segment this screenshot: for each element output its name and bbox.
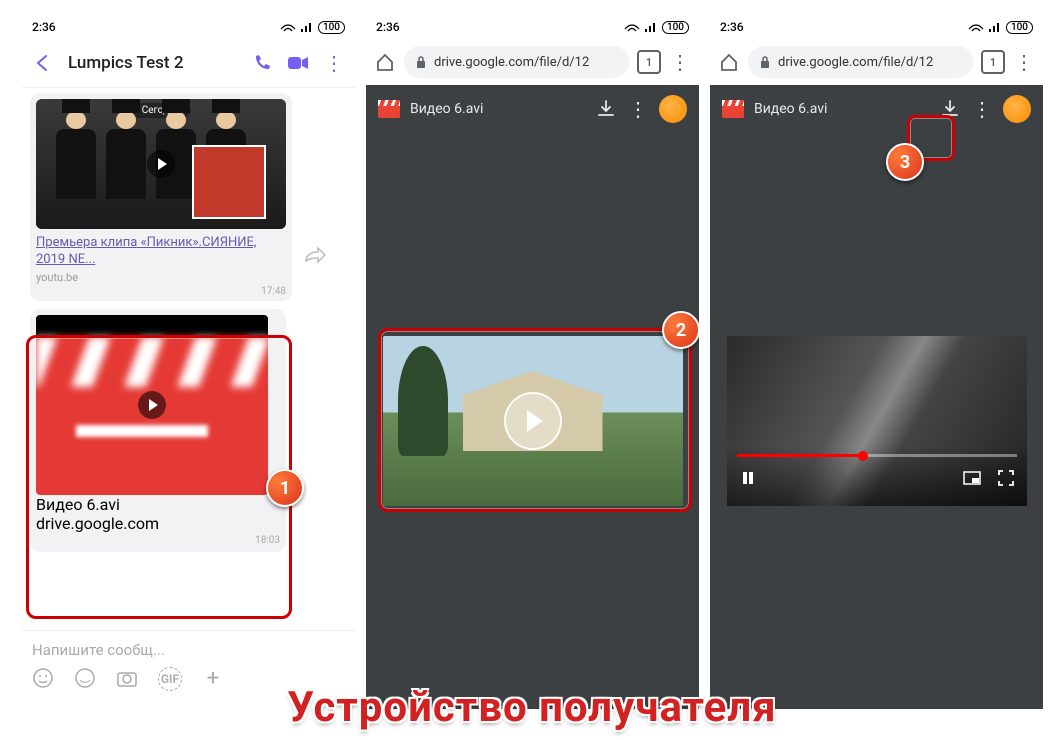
tab-count[interactable]: 1 bbox=[981, 50, 1005, 74]
play-icon bbox=[138, 391, 166, 419]
drive-more-icon[interactable]: ⋮ bbox=[627, 98, 649, 120]
phone-1-viber: 2:36 100 Lumpics Test 2 ⋮ Сегодня bbox=[22, 15, 355, 709]
file-title: Видео 6.avi bbox=[36, 495, 280, 514]
play-icon bbox=[504, 392, 562, 450]
pause-icon[interactable] bbox=[737, 467, 759, 489]
status-right: 100 bbox=[280, 21, 345, 34]
pip-icon[interactable] bbox=[961, 467, 983, 489]
browser-more-icon[interactable]: ⋮ bbox=[1013, 51, 1035, 73]
progress-bar[interactable] bbox=[737, 454, 1017, 457]
battery-label: 100 bbox=[318, 21, 345, 34]
wifi-icon bbox=[280, 21, 296, 33]
drive-header: Видео 6.avi ⋮ bbox=[710, 85, 1043, 133]
url-bar[interactable]: drive.google.com/file/d/12 bbox=[404, 46, 629, 78]
signal-icon bbox=[644, 21, 658, 33]
status-time: 2:36 bbox=[720, 20, 744, 34]
url-bar[interactable]: drive.google.com/file/d/12 bbox=[748, 46, 973, 78]
phone-2-drive-preview: 2:36 100 drive.google.com/file/d/12 1 ⋮ … bbox=[366, 15, 699, 709]
battery-label: 100 bbox=[1006, 21, 1033, 34]
signal-icon bbox=[988, 21, 1002, 33]
more-icon[interactable]: ⋮ bbox=[323, 52, 345, 74]
lock-icon bbox=[758, 55, 772, 69]
chat-header: Lumpics Test 2 ⋮ bbox=[22, 39, 355, 88]
tutorial-canvas: 2:36 100 Lumpics Test 2 ⋮ Сегодня bbox=[0, 0, 1064, 740]
browser-bar: drive.google.com/file/d/12 1 ⋮ bbox=[710, 39, 1043, 85]
chat-area: Сегодня Премьера клипа «Пикник».СИЯНИЕ, … bbox=[22, 88, 355, 638]
battery-label: 100 bbox=[662, 21, 689, 34]
url-text: drive.google.com/file/d/12 bbox=[434, 55, 589, 70]
step-marker-2: 2 bbox=[662, 311, 699, 349]
status-bar: 2:36 100 bbox=[710, 15, 1043, 39]
link-title: Премьера клипа «Пикник».СИЯНИЕ, 2019 NE.… bbox=[36, 235, 286, 269]
status-time: 2:36 bbox=[376, 20, 400, 34]
message-input[interactable]: Напишите сообщ... bbox=[32, 637, 345, 667]
phone-3-drive-playing: 2:36 100 drive.google.com/file/d/12 1 ⋮ … bbox=[710, 15, 1043, 709]
signal-icon bbox=[300, 21, 314, 33]
home-icon[interactable] bbox=[374, 51, 396, 73]
chat-title: Lumpics Test 2 bbox=[68, 53, 237, 73]
fullscreen-icon[interactable] bbox=[995, 467, 1017, 489]
drive-thumb bbox=[36, 315, 268, 495]
back-icon[interactable] bbox=[32, 52, 54, 74]
step-marker-3: 3 bbox=[886, 143, 924, 181]
tab-count[interactable]: 1 bbox=[637, 50, 661, 74]
player-controls bbox=[727, 446, 1027, 506]
download-icon[interactable] bbox=[939, 98, 961, 120]
video-preview[interactable] bbox=[383, 336, 683, 506]
preview-area bbox=[366, 133, 699, 709]
wifi-icon bbox=[968, 21, 984, 33]
status-bar: 2:36 100 bbox=[22, 15, 355, 39]
avatar[interactable] bbox=[1003, 95, 1031, 123]
drive-header: Видео 6.avi ⋮ bbox=[366, 85, 699, 133]
step-marker-1: 1 bbox=[266, 469, 304, 507]
avatar[interactable] bbox=[659, 95, 687, 123]
clapper-icon bbox=[722, 100, 744, 118]
home-icon[interactable] bbox=[718, 51, 740, 73]
preview-area bbox=[710, 133, 1043, 709]
clapper-icon bbox=[378, 100, 400, 118]
msg-time: 18:03 bbox=[36, 535, 280, 546]
message-drive-card[interactable]: Видео 6.avi drive.google.com 18:03 bbox=[30, 309, 286, 552]
drive-filename: Видео 6.avi bbox=[754, 101, 929, 117]
download-icon[interactable] bbox=[595, 98, 617, 120]
message-youtube-card[interactable]: Сегодня Премьера клипа «Пикник».СИЯНИЕ, … bbox=[30, 93, 292, 301]
call-icon[interactable] bbox=[251, 52, 273, 74]
play-icon bbox=[147, 150, 175, 178]
url-text: drive.google.com/file/d/12 bbox=[778, 55, 933, 70]
status-bar: 2:36 100 bbox=[366, 15, 699, 39]
wifi-icon bbox=[624, 21, 640, 33]
browser-bar: drive.google.com/file/d/12 1 ⋮ bbox=[366, 39, 699, 85]
file-domain: drive.google.com bbox=[36, 514, 280, 533]
drive-more-icon[interactable]: ⋮ bbox=[971, 98, 993, 120]
video-player[interactable] bbox=[727, 336, 1027, 506]
bottom-caption: Устройство получателя bbox=[0, 683, 1064, 732]
lock-icon bbox=[414, 55, 428, 69]
link-domain: youtu.be bbox=[36, 271, 286, 284]
msg-time: 17:48 bbox=[36, 286, 286, 297]
video-call-icon[interactable] bbox=[287, 52, 309, 74]
forward-icon[interactable] bbox=[304, 244, 326, 266]
drive-filename: Видео 6.avi bbox=[410, 101, 585, 117]
status-time: 2:36 bbox=[32, 20, 56, 34]
browser-more-icon[interactable]: ⋮ bbox=[669, 51, 691, 73]
youtube-thumb: Сегодня bbox=[36, 99, 286, 229]
